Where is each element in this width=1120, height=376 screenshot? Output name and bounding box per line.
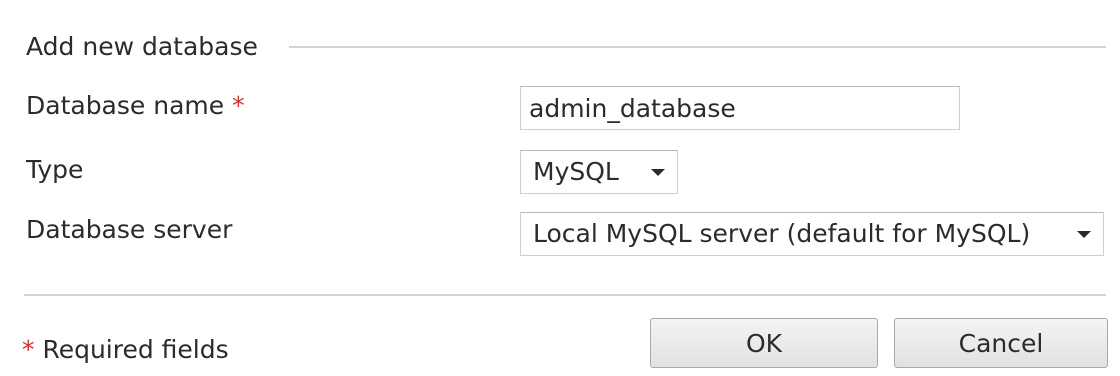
type-select-value: MySQL bbox=[533, 157, 619, 186]
cancel-button[interactable]: Cancel bbox=[894, 318, 1108, 368]
database-name-input[interactable] bbox=[520, 86, 960, 130]
database-server-select[interactable]: Local MySQL server (default for MySQL) bbox=[520, 212, 1104, 256]
type-select[interactable]: MySQL bbox=[520, 150, 678, 194]
database-name-label: Database name * bbox=[26, 89, 245, 123]
database-server-select-value: Local MySQL server (default for MySQL) bbox=[533, 219, 1031, 248]
database-server-label: Database server bbox=[26, 215, 233, 244]
chevron-down-icon bbox=[1077, 230, 1091, 238]
type-label: Type bbox=[26, 155, 84, 184]
required-asterisk: * bbox=[232, 91, 245, 120]
section-title: Add new database bbox=[26, 32, 258, 61]
chevron-down-icon bbox=[651, 168, 665, 176]
footer-divider bbox=[24, 294, 1106, 296]
ok-button[interactable]: OK bbox=[650, 318, 878, 368]
required-fields-text: Required fields bbox=[42, 335, 229, 364]
section-divider bbox=[289, 46, 1106, 48]
required-asterisk: * bbox=[22, 335, 35, 364]
required-fields-note: * Required fields bbox=[22, 333, 229, 367]
database-name-label-text: Database name bbox=[26, 91, 225, 120]
